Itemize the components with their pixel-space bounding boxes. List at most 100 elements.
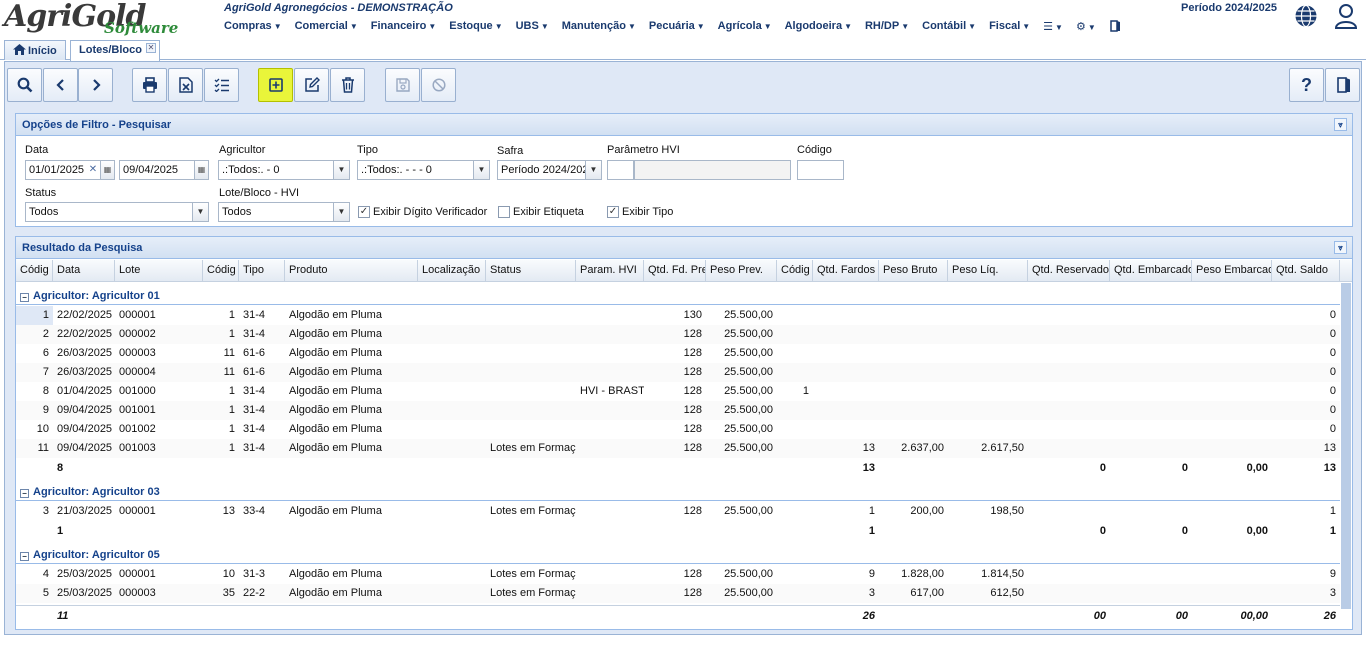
column-header[interactable]: Peso Bruto <box>879 260 948 282</box>
column-header[interactable]: Qtd. Reservado <box>1028 260 1110 282</box>
column-header[interactable]: Qtd. Fardos <box>813 260 879 282</box>
menu-contabil[interactable]: Contábil ▼ <box>922 20 976 34</box>
menu-fiscal[interactable]: Fiscal ▼ <box>989 20 1030 34</box>
collapse-group-icon[interactable]: − <box>20 552 29 561</box>
table-row[interactable]: 6 26/03/2025 000003 11 61-6 Algodão em Pluma 1… <box>16 344 1340 363</box>
table-row[interactable]: 10 09/04/2025 001002 1 31-4 Algodão em Pluma 1… <box>16 420 1340 439</box>
table-row[interactable]: 4 25/03/2025 000001 10 31-3 Algodão em Pluma L… <box>16 565 1340 584</box>
exit-button[interactable] <box>1325 68 1360 102</box>
column-header[interactable]: Produto <box>285 260 418 282</box>
table-row[interactable]: 3 21/03/2025 000001 13 33-4 Algodão em Pluma L… <box>16 502 1340 521</box>
safra-select[interactable]: Período 2024/2025 ▼ <box>497 160 602 180</box>
table-row[interactable]: 5 25/03/2025 000003 35 22-2 Algodão em Pluma L… <box>16 584 1340 603</box>
table-row[interactable]: 7 26/03/2025 000004 11 61-6 Algodão em Pluma 1… <box>16 363 1340 382</box>
tab-lotes-bloco[interactable]: Lotes/Bloco ✕ <box>70 40 160 61</box>
column-header[interactable]: Peso Líq. <box>948 260 1028 282</box>
search-button[interactable] <box>7 68 42 102</box>
close-tab-icon[interactable]: ✕ <box>146 43 156 53</box>
column-header[interactable]: Status <box>486 260 576 282</box>
menu-agricola[interactable]: Agrícola ▼ <box>718 20 772 34</box>
hvi-code-input[interactable] <box>607 160 634 180</box>
collapse-group-icon[interactable]: − <box>20 489 29 498</box>
exibir-digito-checkbox[interactable]: ✓ <box>358 206 370 218</box>
column-header[interactable]: Códig <box>16 260 53 282</box>
excel-export-button[interactable] <box>168 68 203 102</box>
group-header[interactable]: − Agricultor: Agricultor 01 <box>16 285 1340 305</box>
table-row[interactable]: 11 09/04/2025 001003 1 31-4 Algodão em Pluma L… <box>16 439 1340 458</box>
period-label[interactable]: Período 2024/2025 <box>1181 2 1277 14</box>
column-header[interactable]: Qtd. Fd. Prev <box>644 260 706 282</box>
date-to-input[interactable]: 09/04/2025 ▦ <box>119 160 209 180</box>
calendar-icon[interactable]: ▦ <box>194 161 208 179</box>
table-row[interactable]: 2 22/02/2025 000002 1 31-4 Algodão em Pluma 12… <box>16 325 1340 344</box>
agricultor-label: Agricultor <box>219 144 266 156</box>
help-button[interactable]: ? <box>1289 68 1324 102</box>
table-cell: 1.828,00 <box>901 568 944 580</box>
table-cell <box>576 584 644 603</box>
menu-compras[interactable]: Compras ▼ <box>224 20 282 34</box>
user-icon[interactable] <box>1334 3 1358 29</box>
tipo-select[interactable]: .:Todos:. - - - 0 ▼ <box>357 160 490 180</box>
column-header[interactable]: Tipo <box>239 260 285 282</box>
column-header[interactable]: Qtd. Saldo <box>1272 260 1340 282</box>
settings-menu-icon[interactable]: ⚙ ▼ <box>1076 20 1096 34</box>
column-header[interactable]: Data <box>53 260 115 282</box>
menu-pecuaria[interactable]: Pecuária ▼ <box>649 20 705 34</box>
menu-algodoeira[interactable]: Algodoeira ▼ <box>785 20 852 34</box>
column-header[interactable]: Códig <box>203 260 239 282</box>
date-from-input[interactable]: 01/01/2025 ✕ ▦ <box>25 160 115 180</box>
menu-estoque[interactable]: Estoque ▼ <box>449 20 502 34</box>
results-panel-title: Resultado da Pesquisa ⩔ <box>16 237 1352 259</box>
globe-icon[interactable] <box>1294 4 1318 28</box>
chevron-down-icon[interactable]: ▼ <box>473 161 489 179</box>
collapse-group-icon[interactable]: − <box>20 293 29 302</box>
add-new-button[interactable] <box>258 68 293 102</box>
chevron-down-icon[interactable]: ▼ <box>333 203 349 221</box>
status-select[interactable]: Todos ▼ <box>25 202 209 222</box>
next-button[interactable] <box>78 68 113 102</box>
save-button[interactable] <box>385 68 420 102</box>
column-header[interactable]: Peso Embarcado <box>1192 260 1272 282</box>
column-header[interactable]: Peso Prev. <box>706 260 777 282</box>
clear-date-icon[interactable]: ✕ <box>86 161 100 179</box>
agrigold-logo[interactable]: AgriGold Software <box>4 0 216 37</box>
print-button[interactable] <box>132 68 167 102</box>
column-header[interactable]: Localização <box>418 260 486 282</box>
menu-comercial[interactable]: Comercial ▼ <box>295 20 358 34</box>
chevron-down-icon[interactable]: ▼ <box>585 161 601 179</box>
table-cell: Lotes em Formação <box>490 568 576 580</box>
exibir-tipo-checkbox[interactable]: ✓ <box>607 206 619 218</box>
menu-financeiro[interactable]: Financeiro ▼ <box>371 20 437 34</box>
edit-button[interactable] <box>294 68 329 102</box>
codigo-input[interactable] <box>797 160 844 180</box>
group-header[interactable]: − Agricultor: Agricultor 05 <box>16 544 1340 564</box>
group-header[interactable]: − Agricultor: Agricultor 03 <box>16 481 1340 501</box>
exibir-etiqueta-checkbox[interactable] <box>498 206 510 218</box>
chevron-down-icon[interactable]: ▼ <box>192 203 208 221</box>
agricultor-select[interactable]: .:Todos:. - 0 ▼ <box>218 160 350 180</box>
menu-ubs[interactable]: UBS ▼ <box>516 20 549 34</box>
previous-button[interactable] <box>43 68 78 102</box>
table-row[interactable]: 1 22/02/2025 000001 1 31-4 Algodão em Pluma 13… <box>16 306 1340 325</box>
delete-button[interactable] <box>330 68 365 102</box>
cancel-button[interactable] <box>421 68 456 102</box>
column-header[interactable]: Qtd. Embarcado <box>1110 260 1192 282</box>
chevron-down-icon[interactable]: ▼ <box>333 161 349 179</box>
exit-door-icon[interactable] <box>1109 20 1121 34</box>
checklist-button[interactable] <box>204 68 239 102</box>
calendar-icon[interactable]: ▦ <box>100 161 114 179</box>
column-header[interactable]: Códig <box>777 260 813 282</box>
collapse-filter-icon[interactable]: ⩔ <box>1334 118 1347 131</box>
table-row[interactable]: 8 01/04/2025 001000 1 31-4 Algodão em Pluma HV… <box>16 382 1340 401</box>
menu-rhdp[interactable]: RH/DP ▼ <box>865 20 909 34</box>
menu-manutencao[interactable]: Manutenção ▼ <box>562 20 636 34</box>
hamburger-menu-icon[interactable]: ☰ ▼ <box>1043 20 1063 34</box>
lote-bloco-hvi-select[interactable]: Todos ▼ <box>218 202 350 222</box>
column-header[interactable]: Lote <box>115 260 203 282</box>
table-cell: 7 <box>42 366 49 378</box>
table-row[interactable]: 9 09/04/2025 001001 1 31-4 Algodão em Pluma 12… <box>16 401 1340 420</box>
vertical-scrollbar[interactable] <box>1341 283 1351 609</box>
column-header[interactable]: Param. HVI <box>576 260 644 282</box>
collapse-results-icon[interactable]: ⩔ <box>1334 241 1347 254</box>
tab-inicio[interactable]: Início <box>4 40 66 60</box>
